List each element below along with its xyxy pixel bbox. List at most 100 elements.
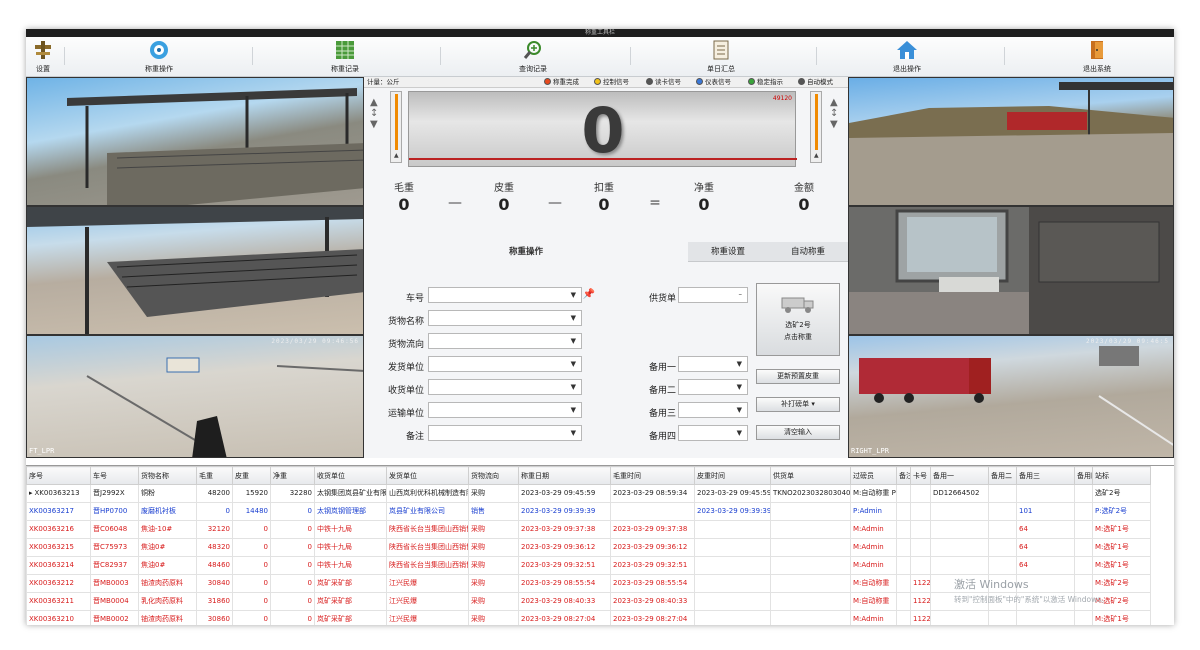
- table-cell: [770, 520, 851, 539]
- camera-left-1[interactable]: [26, 77, 364, 206]
- receiver-select[interactable]: ▼: [428, 379, 582, 395]
- column-header[interactable]: 备用一: [930, 466, 989, 485]
- table-cell: 岚县矿业有限公司: [386, 502, 469, 521]
- sender-select[interactable]: ▼: [428, 356, 582, 372]
- column-header[interactable]: 供货单: [770, 466, 851, 485]
- column-header[interactable]: 车号: [90, 466, 139, 485]
- table-cell: 岚矿采矿部: [314, 574, 387, 593]
- table-cell: [694, 520, 771, 539]
- table-cell: 2023-03-29 09:45:59: [694, 484, 771, 503]
- column-header[interactable]: 序号: [26, 466, 91, 485]
- column-header[interactable]: 发货单位: [386, 466, 469, 485]
- table-cell: [896, 556, 911, 575]
- table-cell: 采购: [468, 610, 519, 625]
- table-row[interactable]: XK00363217 晋HP0700 废磨机衬板 0 14480 0 太钢岚钢管理部 岚县矿业…: [26, 502, 1151, 521]
- camera-right-1[interactable]: [848, 77, 1174, 206]
- table-cell: 晋HP0700: [90, 502, 139, 521]
- table-cell: [1016, 610, 1075, 625]
- goods-label: 货物名称: [387, 317, 424, 327]
- camera-left-3[interactable]: 2023/03/29 09:46:56 FT_LPR: [26, 335, 364, 458]
- toolbar-settings[interactable]: 设置: [29, 39, 57, 74]
- chevron-down-icon[interactable]: ▼: [571, 291, 576, 299]
- table-row[interactable]: XK00363210 晋MB0002 铀渣肉药原料 30860 0 0 岚矿采矿部 江兴民爆采…: [26, 610, 1151, 625]
- right-updown-icon: ▲ ↕ ▼: [830, 97, 839, 130]
- table-cell: 0: [232, 574, 271, 593]
- equal-op: =: [649, 195, 661, 211]
- table-cell: 32280: [270, 484, 315, 503]
- column-header[interactable]: 毛重时间: [610, 466, 695, 485]
- table-cell: 0: [232, 538, 271, 557]
- reprint-button[interactable]: 补打磅单 ▾: [756, 397, 840, 412]
- table-cell: [988, 484, 1017, 503]
- flow-select[interactable]: ▼: [428, 333, 582, 349]
- status-dot-icon: [544, 78, 551, 85]
- table-row[interactable]: XK00363215 晋C75973 焦油0# 48320 0 0 中铁十九局 陕西省长台当集…: [26, 538, 1151, 557]
- table-cell: M:自动称重: [850, 592, 897, 611]
- column-header[interactable]: 净重: [270, 466, 315, 485]
- column-header[interactable]: 毛重: [196, 466, 233, 485]
- column-header[interactable]: 皮重: [232, 466, 271, 485]
- supplier-doc-input[interactable]: –: [678, 287, 748, 303]
- table-row[interactable]: XK00363214 晋C82937 焦油0# 48460 0 0 中铁十九局 陕西省长台当集…: [26, 556, 1151, 575]
- camera-left-2[interactable]: [26, 206, 364, 335]
- goods-select[interactable]: ▼: [428, 310, 582, 326]
- column-header[interactable]: 称重日期: [518, 466, 611, 485]
- column-header[interactable]: 收货单位: [314, 466, 387, 485]
- update-tare-button[interactable]: 更新预置皮重: [756, 369, 840, 384]
- table-row[interactable]: ▸ XK00363213 晋J2992X 铜粉 48200 15920 32280 太钢集团岚…: [26, 484, 1151, 503]
- remark-select[interactable]: ▼: [428, 425, 582, 441]
- transport-select[interactable]: ▼: [428, 402, 582, 418]
- table-cell: 2023-03-29 08:27:04: [610, 610, 695, 625]
- table-cell: 0: [232, 556, 271, 575]
- table-cell: XK00363216: [26, 520, 91, 539]
- camera-right-2[interactable]: [848, 206, 1174, 335]
- tab-weighing-settings[interactable]: 称重设置: [688, 242, 768, 262]
- clear-button[interactable]: 清空输入: [756, 425, 840, 440]
- plate-input[interactable]: ▼ 📌: [428, 287, 595, 303]
- pin-icon[interactable]: 📌: [583, 289, 595, 300]
- amount-label: 金额: [794, 183, 814, 194]
- chevron-down-icon: ▼: [570, 406, 576, 414]
- column-header[interactable]: 卡号: [910, 466, 931, 485]
- toolbar-query[interactable]: 查询记录: [510, 39, 556, 74]
- table-cell: [1074, 556, 1093, 575]
- tab-auto-weighing[interactable]: 自动称重: [768, 242, 848, 262]
- table-cell: 焦油0#: [138, 556, 197, 575]
- spare1-select[interactable]: ▼: [678, 356, 748, 372]
- weigh-button[interactable]: 选矿2号 点击称重: [756, 283, 840, 356]
- table-cell: 2023-03-29 09:36:12: [518, 538, 611, 557]
- toolbar-weighing[interactable]: 称重操作: [136, 39, 182, 74]
- table-cell: [896, 538, 911, 557]
- toolbar-exit[interactable]: 退出系统: [1074, 39, 1120, 74]
- toolbar-summary[interactable]: 单日汇总: [698, 39, 744, 74]
- table-cell: [930, 520, 989, 539]
- toolbar-records[interactable]: 称重记录: [322, 39, 368, 74]
- table-cell: 1122: [910, 610, 931, 625]
- column-header[interactable]: 备用三: [1016, 466, 1075, 485]
- column-header[interactable]: 皮重时间: [694, 466, 771, 485]
- spare3-select[interactable]: ▼: [678, 402, 748, 418]
- column-header[interactable]: 货物名称: [138, 466, 197, 485]
- table-cell: M:选矿1号: [1092, 520, 1151, 539]
- table-cell: 15920: [232, 484, 271, 503]
- table-cell: [1074, 484, 1093, 503]
- table-cell: 2023-03-29 09:32:51: [610, 556, 695, 575]
- left-updown-icon: ▲ ↕ ▼: [370, 97, 379, 130]
- table-cell: 64: [1016, 538, 1075, 557]
- table-cell: 2023-03-29 08:40:33: [518, 592, 611, 611]
- weighing-panel: 计量：公斤 称重完成 控制信号 读卡信号 仪表信号 稳定指示 自动模式 ▲ ↕ ▼ …: [364, 77, 848, 458]
- column-header[interactable]: 过磅员: [850, 466, 897, 485]
- camera-right-3[interactable]: 2023/03/29 09:46:5 RIGHT_LPR: [848, 335, 1174, 458]
- spare4-select[interactable]: ▼: [678, 425, 748, 441]
- table-row[interactable]: XK00363216 晋C06048 焦油-10# 32120 0 0 中铁十九局 陕西省长台…: [26, 520, 1151, 539]
- toolbar-logout[interactable]: 退出操作: [884, 39, 930, 74]
- column-header[interactable]: 站标: [1092, 466, 1151, 485]
- column-header[interactable]: 备用二: [988, 466, 1017, 485]
- table-cell: 晋C75973: [90, 538, 139, 557]
- table-cell: 铀渣肉药原料: [138, 574, 197, 593]
- tab-weighing-ops[interactable]: 称重操作: [364, 242, 688, 262]
- column-header[interactable]: 备用四: [1074, 466, 1093, 485]
- column-header[interactable]: 货物流向: [468, 466, 519, 485]
- spare2-select[interactable]: ▼: [678, 379, 748, 395]
- column-header[interactable]: 备注: [896, 466, 911, 485]
